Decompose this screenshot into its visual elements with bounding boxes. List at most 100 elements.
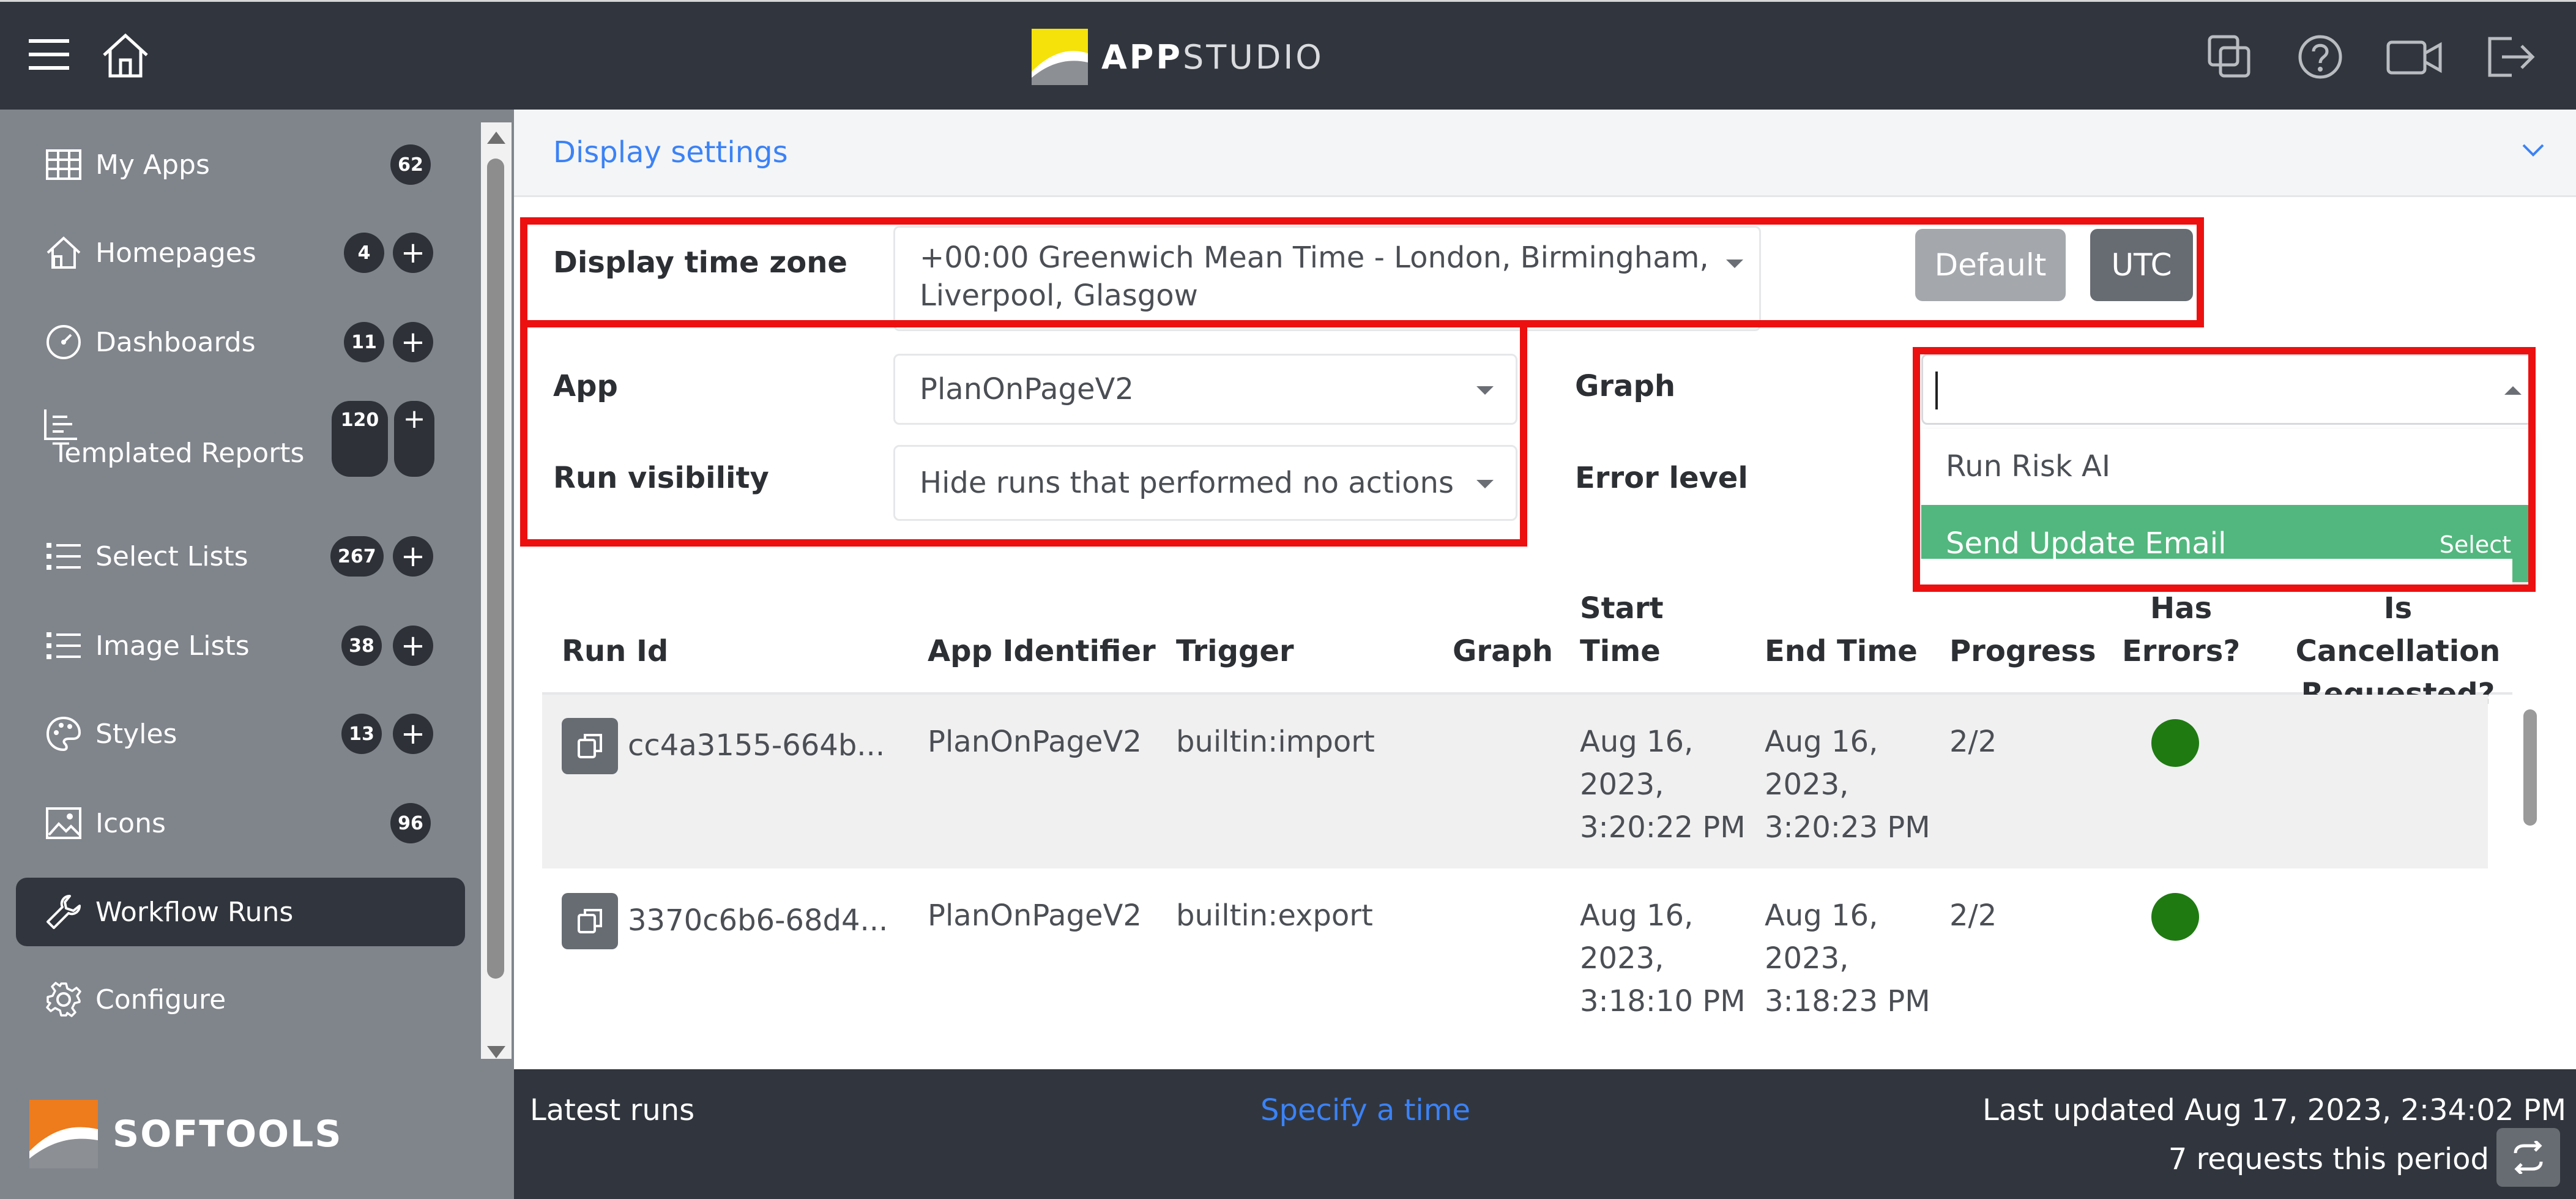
chevron-down-icon[interactable] [1476,480,1494,488]
app-select[interactable]: PlanOnPageV2 [893,354,1517,425]
latest-runs-label: Latest runs [530,1093,695,1127]
timezone-label: Display time zone [553,245,847,280]
app-label: App [553,369,618,403]
column-header-start-time[interactable]: Start Time [1580,587,1664,673]
sidebar-item-label: Image Lists [95,630,250,662]
column-header-trigger[interactable]: Trigger [1176,630,1294,673]
sidebar-scrollbar-thumb[interactable] [487,159,504,979]
graph-select[interactable] [1921,354,2533,425]
table-row[interactable]: 3370c6b6-68d4... PlanOnPageV2 builtin:ex… [542,868,2488,1068]
main-content: Display settings Display time zone +00:0… [514,110,2576,1137]
sidebar-item-image-lists[interactable]: Image Lists 38 + [16,611,465,680]
sidebar-item-label: Styles [95,718,177,750]
display-settings-header[interactable]: Display settings [514,110,2576,197]
home-icon[interactable] [98,30,153,81]
add-report-button[interactable]: + [394,401,434,477]
app-select-value: PlanOnPageV2 [920,372,1134,406]
header-line: Is Cancellation [2295,591,2501,668]
sidebar-item-select-lists[interactable]: Select Lists 267 + [16,522,465,591]
cell-line: 3:20:23 PM [1765,810,1930,845]
refresh-button[interactable] [2496,1128,2560,1187]
cell-progress: 2/2 [1949,898,1997,933]
top-bar: APPSTUDIO [0,0,2576,110]
help-icon[interactable] [2296,32,2345,81]
count-badge: 62 [390,144,431,185]
report-icon [43,407,80,441]
list-icon [44,626,83,665]
cell-line: 2023, [1765,941,1849,976]
cell-line: 3:18:23 PM [1765,984,1930,1018]
palette-icon [44,714,83,753]
hamburger-menu-icon[interactable] [27,36,71,73]
run-id-link[interactable]: 3370c6b6-68d4... [628,899,888,942]
runs-table: Run Id App Identifier Trigger Graph Star… [542,559,2512,1068]
sidebar-item-my-apps[interactable]: My Apps 62 [16,130,465,199]
copy-run-id-button[interactable] [562,893,618,949]
column-header-end-time[interactable]: End Time [1765,630,1918,673]
last-updated-text: Last updated Aug 17, 2023, 2:34:02 PM [1982,1093,2566,1127]
cell-line: 2023, [1580,768,1664,802]
dropdown-option-run-risk-ai[interactable]: Run Risk AI [1921,429,2533,505]
default-button[interactable]: Default [1915,229,2066,301]
chevron-up-icon[interactable] [2504,386,2522,395]
sidebar-item-templated-reports[interactable]: Templated Reports 120 + [16,401,465,493]
table-scrollbar[interactable] [2520,575,2542,1138]
cell-line: 3:18:10 PM [1580,984,1746,1018]
copy-windows-icon[interactable] [2205,32,2254,81]
column-header-run-id[interactable]: Run Id [562,630,668,673]
cell-start-time: Aug 16, 2023, 3:18:10 PM [1580,894,1746,1023]
column-header-app-identifier[interactable]: App Identifier [928,630,1156,673]
header-line: Has [2150,591,2213,626]
column-header-progress[interactable]: Progress [1949,630,2096,673]
video-icon[interactable] [2385,36,2444,79]
sidebar-item-icons[interactable]: Icons 96 [16,789,465,857]
softools-brand: SOFTOOLS [113,1113,343,1156]
softools-logo [29,1100,98,1168]
status-ok-indicator [2151,893,2199,941]
sidebar-item-configure[interactable]: Configure [16,965,465,1034]
add-image-list-button[interactable]: + [393,626,433,666]
cell-line: Aug 16, [1765,725,1878,759]
app-title: APPSTUDIO [1101,36,1324,79]
cell-end-time: Aug 16, 2023, 3:18:23 PM [1765,894,1930,1023]
column-header-has-errors[interactable]: Has Errors? [2122,587,2240,673]
table-row[interactable]: cc4a3155-664b... PlanOnPageV2 builtin:im… [542,695,2488,868]
sidebar-item-workflow-runs[interactable]: Workflow Runs [16,878,465,946]
add-style-button[interactable]: + [393,714,433,754]
scroll-down-arrow-icon[interactable] [487,1046,505,1058]
timezone-select[interactable]: +00:00 Greenwich Mean Time - London, Bir… [893,226,1761,331]
cell-trigger: builtin:export [1176,898,1373,933]
count-badge: 267 [330,536,384,577]
add-dashboard-button[interactable]: + [393,322,433,362]
chevron-down-icon[interactable] [1726,260,1743,268]
app-title-bold: APP [1101,38,1183,77]
column-header-graph[interactable]: Graph [1453,630,1553,673]
cell-line: 2023, [1580,941,1664,976]
dropdown-option-label: Send Update Email [1946,526,2227,561]
specify-time-link[interactable]: Specify a time [1260,1091,1470,1129]
refresh-icon [2514,1141,2543,1174]
chevron-down-icon[interactable] [1476,386,1494,395]
chevron-down-icon[interactable] [2521,143,2545,159]
gear-icon [44,980,83,1019]
cell-progress: 2/2 [1949,725,1997,759]
display-settings-title[interactable]: Display settings [553,134,788,171]
count-badge: 4 [344,233,384,273]
copy-run-id-button[interactable] [562,718,618,774]
scroll-up-arrow-icon[interactable] [487,132,505,144]
run-id-link[interactable]: cc4a3155-664b... [628,724,885,767]
sidebar-item-homepages[interactable]: Homepages 4 + [16,219,465,287]
table-scrollbar-thumb[interactable] [2523,709,2537,826]
cell-end-time: Aug 16, 2023, 3:20:23 PM [1765,720,1930,849]
logout-icon[interactable] [2484,34,2537,80]
add-select-list-button[interactable]: + [393,536,433,577]
dropdown-option-label: Run Risk AI [1946,449,2111,484]
add-homepage-button[interactable]: + [393,233,433,273]
run-visibility-select[interactable]: Hide runs that performed no actions [893,445,1517,521]
home-icon [44,233,83,272]
sidebar-item-styles[interactable]: Styles 13 + [16,700,465,768]
utc-button[interactable]: UTC [2090,229,2193,301]
cell-app-identifier: PlanOnPageV2 [928,725,1142,759]
status-ok-indicator [2151,719,2199,767]
sidebar-item-dashboards[interactable]: Dashboards 11 + [16,308,465,376]
